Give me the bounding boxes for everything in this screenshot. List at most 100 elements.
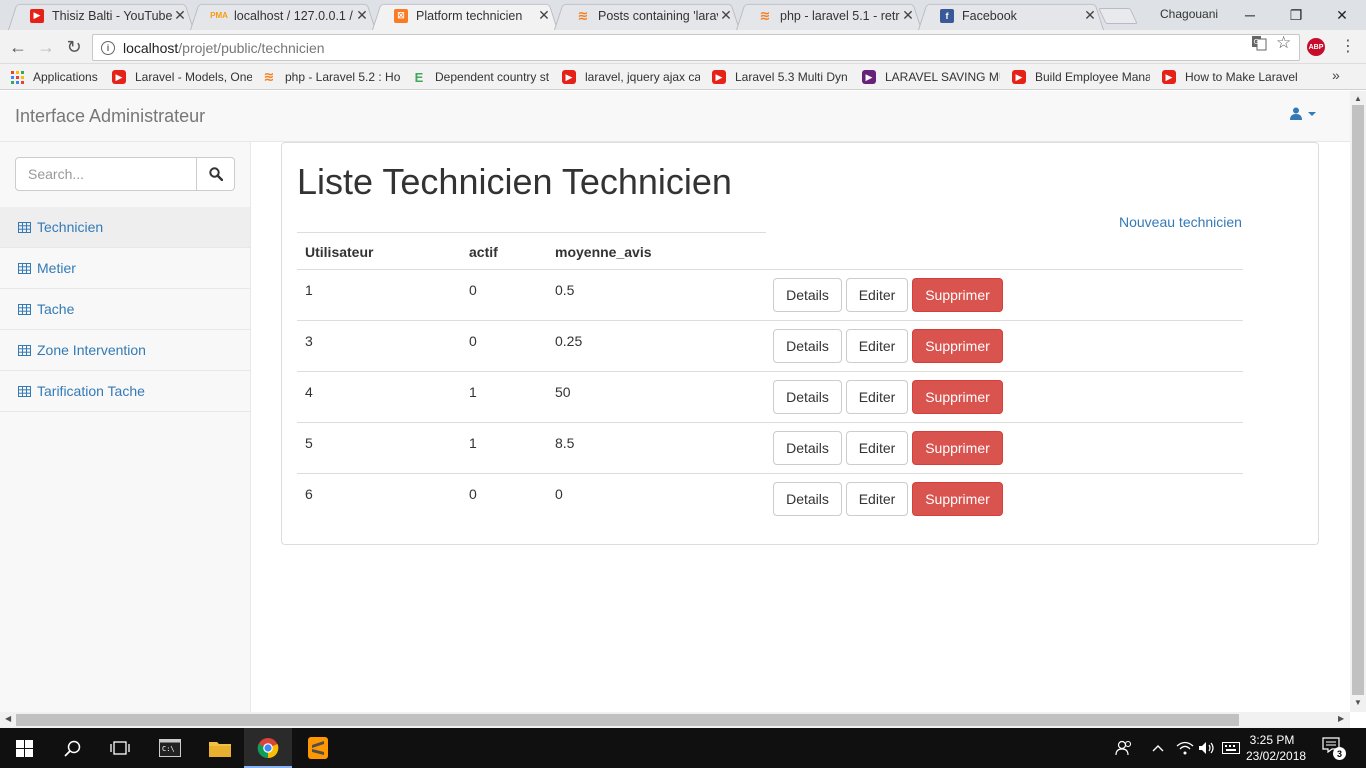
address-bar[interactable]: i localhost/projet/public/technicien [92,34,1300,61]
taskbar-clock[interactable]: 3:25 PM 23/02/2018 [1246,732,1307,764]
user-menu-toggle[interactable] [1290,107,1316,120]
scrollbar-thumb[interactable] [16,714,1239,726]
close-window-button[interactable]: ✕ [1319,0,1365,30]
sidebar-item-zone-intervention[interactable]: Zone Intervention [0,330,250,371]
close-icon[interactable]: ✕ [1082,7,1098,24]
bookmark-laravel-multi[interactable]: ▶ Laravel 5.3 Multi Dyn [712,68,850,86]
details-button[interactable]: Details [773,380,842,414]
sublime-text-icon[interactable] [294,728,342,768]
delete-button[interactable]: Supprimer [912,380,1003,414]
minimize-button[interactable]: ─ [1227,0,1273,30]
translate-icon[interactable]: G [1251,35,1267,55]
scroll-right-icon[interactable]: ▶ [1338,714,1344,723]
new-technicien-link[interactable]: Nouveau technicien [1119,214,1242,230]
details-button[interactable]: Details [773,329,842,363]
restore-button[interactable]: ❐ [1273,0,1319,30]
navbar-brand[interactable]: Interface Administrateur [15,106,205,127]
delete-button[interactable]: Supprimer [912,431,1003,465]
close-icon[interactable]: ✕ [172,7,188,24]
scroll-up-icon[interactable]: ▲ [1354,94,1362,103]
bookmark-applications[interactable]: Applications [10,68,102,86]
reload-icon[interactable]: ↻ [62,35,86,59]
delete-button[interactable]: Supprimer [912,278,1003,312]
edit-button[interactable]: Editer [846,482,908,516]
bookmark-label: laravel, jquery ajax ca [585,70,700,84]
task-view-icon[interactable] [96,728,144,768]
browser-tab-facebook[interactable]: f Facebook ✕ [918,1,1104,30]
sidebar-search [15,157,235,191]
details-button[interactable]: Details [773,278,842,312]
column-header-actif: actif [469,244,498,260]
notification-badge: 3 [1333,747,1346,760]
bookmark-dependent-country[interactable]: E Dependent country st [412,68,550,86]
chrome-icon[interactable] [244,728,292,768]
edit-button[interactable]: Editer [846,329,908,363]
details-button[interactable]: Details [773,431,842,465]
delete-button[interactable]: Supprimer [912,482,1003,516]
volume-icon[interactable] [1196,728,1218,768]
back-arrow-icon[interactable]: ← [6,35,30,59]
clock-date: 23/02/2018 [1246,749,1307,763]
sidebar-item-tarification-tache[interactable]: Tarification Tache [0,371,250,412]
table-icon [18,385,31,397]
bookmark-how-to-make[interactable]: ▶ How to Make Laravel [1162,68,1298,86]
vertical-scrollbar[interactable]: ▲ ▼ [1350,91,1366,712]
adblock-icon[interactable]: ABP [1307,38,1325,56]
bookmark-build-employee[interactable]: ▶ Build Employee Mana [1012,68,1150,86]
top-navbar: Interface Administrateur [0,91,1350,142]
cell-moyenne-avis: 8.5 [555,435,575,451]
table-icon [18,221,31,233]
edit-button[interactable]: Editer [846,431,908,465]
bookmark-laravel-jquery[interactable]: ▶ laravel, jquery ajax ca [562,68,700,86]
wifi-icon[interactable] [1174,728,1196,768]
edit-button[interactable]: Editer [846,278,908,312]
search-icon[interactable] [48,728,96,768]
cell-moyenne-avis: 0.25 [555,333,583,349]
windows-start-icon[interactable] [0,728,48,768]
forward-arrow-icon[interactable]: → [34,35,58,59]
scrollbar-thumb[interactable] [1352,105,1364,695]
terminal-icon[interactable]: C:\ [146,728,194,768]
sidebar-item-tache[interactable]: Tache [0,289,250,330]
horizontal-scrollbar[interactable]: ◀ ▶ [0,712,1350,728]
star-icon[interactable]: ☆ [1276,33,1291,53]
cell-moyenne-avis: 0 [555,486,563,502]
window-user-name[interactable]: Chagouani [1160,7,1218,21]
sidebar-item-technicien[interactable]: Technicien [0,207,250,248]
phpmyadmin-icon: PMA [210,11,228,20]
close-icon[interactable]: ✕ [718,7,734,24]
column-header-moyenne-avis: moyenne_avis [555,244,652,260]
people-icon[interactable] [1112,728,1136,768]
close-icon[interactable]: ✕ [900,7,916,24]
browser-tab-laravel[interactable]: ≋ php - laravel 5.1 - retrie ✕ [736,1,922,30]
cell-utilisateur: 4 [305,384,313,400]
browser-tab-posts[interactable]: ≋ Posts containing 'larav ✕ [554,1,740,30]
more-bookmarks-icon[interactable]: » [1332,67,1340,83]
close-icon[interactable]: ✕ [536,7,552,24]
browser-menu-icon[interactable]: ⋮ [1340,36,1356,56]
bookmark-laravel-models[interactable]: ▶ Laravel - Models, One [112,68,252,86]
bookmarks-bar: Applications ▶ Laravel - Models, One ≋ p… [0,64,1366,90]
bookmark-php-laravel[interactable]: ≋ php - Laravel 5.2 : Ho [262,68,400,86]
browser-tab-youtube[interactable]: ▶ Thisiz Balti - YouTube ✕ [8,1,194,30]
bookmark-label: php - Laravel 5.2 : Ho [285,70,400,84]
search-button[interactable] [197,157,235,191]
file-explorer-icon[interactable] [196,728,244,768]
keyboard-icon[interactable] [1220,728,1242,768]
close-icon[interactable]: ✕ [354,7,370,24]
bookmark-laravel-saving[interactable]: ▶ LARAVEL SAVING MU [862,68,1000,86]
browser-tab-platform-technicien[interactable]: ⊠ Platform technicien ✕ [372,1,558,30]
scroll-down-icon[interactable]: ▼ [1354,698,1362,707]
search-input[interactable] [15,157,197,191]
new-tab-button[interactable] [1098,8,1138,24]
scroll-left-icon[interactable]: ◀ [5,714,11,723]
sidebar-item-metier[interactable]: Metier [0,248,250,289]
table-icon [18,262,31,274]
edit-button[interactable]: Editer [846,380,908,414]
chevron-up-icon[interactable] [1148,728,1168,768]
action-center-icon[interactable]: 3 [1322,737,1346,760]
info-icon[interactable]: i [101,40,115,55]
browser-tab-phpmyadmin[interactable]: PMA localhost / 127.0.0.1 / p ✕ [190,1,376,30]
delete-button[interactable]: Supprimer [912,329,1003,363]
details-button[interactable]: Details [773,482,842,516]
